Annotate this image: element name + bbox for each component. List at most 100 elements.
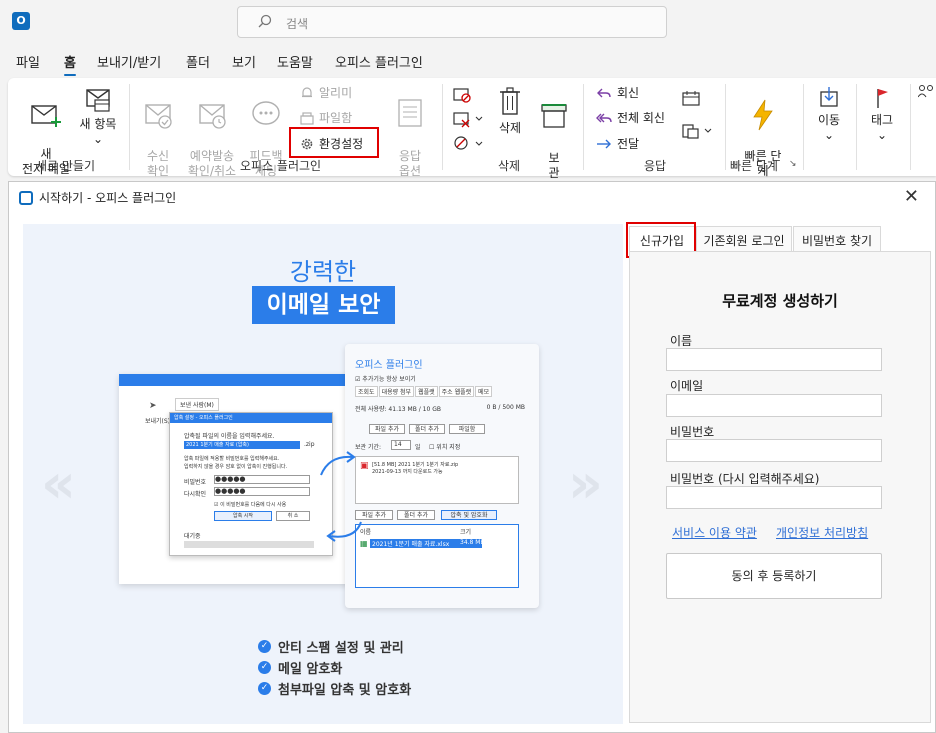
menu-home[interactable]: 홈: [64, 52, 76, 76]
mock-plugin-panel: 오피스 플러그인 ☑ 추가기능 항상 보이기 조회도 대용량 첨부 웹플랫 주소…: [345, 344, 539, 608]
group-respond-label: 응답: [644, 159, 667, 173]
password-confirm-field[interactable]: [666, 486, 882, 509]
reply-button[interactable]: 회신: [596, 84, 639, 101]
menu-folder[interactable]: 폴더: [186, 52, 210, 71]
menu-send-receive[interactable]: 보내기/받기: [97, 52, 161, 71]
file-box-label: 파일함: [319, 111, 353, 125]
arrow-right-icon: [320, 451, 356, 476]
email-field[interactable]: [666, 394, 882, 417]
search-icon: [258, 14, 272, 28]
password-label: 비밀번호: [670, 425, 715, 439]
bell-icon: [302, 86, 312, 97]
delete-label: 삭제: [498, 121, 522, 135]
mock-file-table: 이름 크기 ▦ 2021년 1분기 매출 자료.xlsx 34.8 MB: [355, 524, 519, 588]
dialog-launcher-icon[interactable]: ↘: [789, 159, 797, 169]
check-circle-icon: ✓: [258, 640, 271, 653]
groups-icon[interactable]: [918, 84, 936, 98]
title-bar: O 검색: [0, 0, 936, 44]
mock-tabs: 조회도 대용량 첨부 웹플랫 주소 웹플랫 메모: [355, 386, 493, 397]
receipt-button[interactable]: 수신 확인: [134, 82, 182, 179]
popup-pw-field: ●●●●●: [214, 475, 310, 484]
hero-line2: 이메일 보안: [252, 286, 395, 324]
menu-file[interactable]: 파일: [16, 52, 40, 71]
mock-tab: 조회도: [355, 386, 378, 397]
group-quick-label: 빠른 단계: [730, 159, 778, 173]
forward-button[interactable]: 전달: [596, 135, 639, 152]
move-button[interactable]: 이동 ⌄: [808, 86, 850, 143]
reply-options-label: 응답 옵션: [398, 149, 422, 178]
mock-attach-list: ▣ [51.8 MB] 2021 1분기 1분기 자료.zip 2021-09-…: [355, 456, 519, 504]
receipt-label: 수신 확인: [146, 149, 170, 178]
mock-location-label: 위치 지정: [436, 444, 461, 451]
meeting-icon[interactable]: [682, 90, 700, 106]
arrow-left-icon: [326, 521, 362, 542]
popup-zip-ext: .zip: [304, 441, 315, 448]
reply-all-button[interactable]: 전체 회신: [596, 109, 665, 126]
menu-view[interactable]: 보기: [232, 52, 256, 71]
dialog-title: 시작하기 - 오피스 플러그인: [39, 191, 177, 205]
group-delete-label: 삭제: [498, 159, 521, 173]
terms-link[interactable]: 서비스 이용 약관: [672, 524, 757, 541]
scheduled-send-button[interactable]: 예약발송 확인/취소: [182, 82, 242, 179]
chevron-down-icon: ⌄: [823, 128, 835, 142]
new-mail-icon: [31, 105, 61, 127]
mock-window-titlebar: [119, 374, 351, 386]
mock-usage: 전체 사용량: 41.13 MB / 10 GB: [355, 406, 441, 413]
reply-icon: [597, 88, 611, 97]
tags-label: 태그: [870, 113, 894, 127]
tags-button[interactable]: 태그 ⌄: [861, 86, 903, 143]
next-slide-icon[interactable]: »: [568, 452, 603, 515]
password-confirm-label: 비밀번호 (다시 입력해주세요): [670, 472, 820, 486]
check-circle-icon: ✓: [258, 682, 271, 695]
popup-progress-bar: [184, 541, 314, 548]
agree-register-button[interactable]: 동의 후 등록하기: [666, 553, 882, 599]
search-box[interactable]: 검색: [237, 6, 667, 38]
mock-add-file-button: 파일 추가: [369, 424, 405, 434]
file-box-button[interactable]: 파일함: [300, 109, 352, 126]
chevron-down-icon: ⌄: [876, 128, 888, 142]
mock-folder-add2-button: 폴더 추가: [397, 510, 435, 520]
archive-button[interactable]: 보 관: [536, 84, 572, 181]
cleanup-icon[interactable]: [452, 110, 486, 128]
privacy-link[interactable]: 개인정보 처리방침: [776, 524, 868, 541]
junk-icon[interactable]: [452, 135, 486, 153]
popup-start-button: 압축 시작: [214, 511, 272, 521]
group-plugin-label: 오피스 플러그인: [240, 159, 322, 173]
tab-login[interactable]: 기존회원 로그인: [696, 226, 792, 252]
password-field[interactable]: [666, 439, 882, 462]
menu-office-plugin[interactable]: 오피스 플러그인: [335, 52, 423, 71]
feature-label: 메일 암호화: [278, 662, 343, 677]
read-receipt-icon: [145, 104, 172, 129]
scheduled-mail-icon: [199, 104, 226, 129]
flag-icon: [877, 89, 888, 108]
mock-from-select: 보낸 사람(M): [175, 398, 219, 411]
new-item-button[interactable]: 새 항목 ⌄: [76, 86, 120, 147]
mock-show-always-label: 추가기능 항상 보이기: [362, 376, 416, 383]
lightning-icon: [753, 99, 773, 131]
menu-bar: 파일 홈 보내기/받기 폴더 보기 도움말 오피스 플러그인: [0, 48, 936, 76]
form-title: 무료계정 생성하기: [722, 292, 838, 310]
menu-help[interactable]: 도움말: [277, 52, 313, 71]
send-icon: ➤: [149, 401, 157, 411]
mock-add-folder-button: 폴더 추가: [409, 424, 445, 434]
trash-icon: [500, 87, 520, 115]
reply-options-button[interactable]: 응답 옵션: [388, 82, 432, 179]
popup-line3: 입력하지 않을 경우 암호 없이 압축이 진행됩니다.: [184, 464, 288, 470]
prev-slide-icon[interactable]: «: [41, 452, 76, 515]
more-respond-icon[interactable]: [682, 123, 714, 139]
mock-retention-unit: 일: [415, 444, 421, 451]
plugin-logo-icon: [19, 190, 33, 205]
mock-compress-button: 압축 및 암호화: [441, 510, 497, 520]
name-field[interactable]: [666, 348, 882, 371]
alarm-button[interactable]: 알리미: [300, 84, 352, 101]
popup-zipname: 2021 1분기 매출 자료 (압축): [184, 441, 300, 449]
close-icon[interactable]: ✕: [904, 186, 919, 207]
check-circle-icon: ✓: [258, 661, 271, 674]
mock-usage-right: 0 B / 500 MB: [486, 404, 525, 411]
tab-find-password[interactable]: 비밀번호 찾기: [793, 226, 881, 252]
delete-button[interactable]: 삭제: [495, 84, 525, 136]
outlook-logo-icon: O: [12, 12, 30, 30]
search-placeholder: 검색: [286, 17, 309, 31]
ignore-icon[interactable]: [452, 86, 472, 104]
popup-title: 압축 설정 - 오피스 플러그인: [170, 413, 332, 423]
